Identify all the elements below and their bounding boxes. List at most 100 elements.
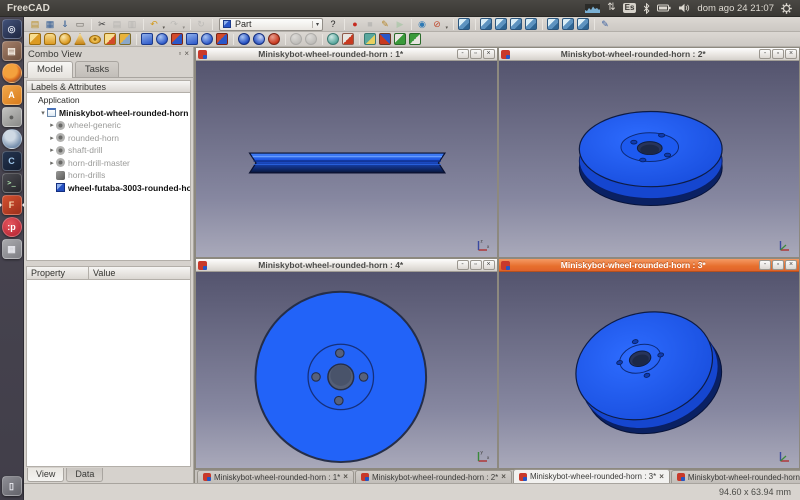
part-union-button[interactable]: [237, 33, 251, 46]
battery-icon[interactable]: [657, 4, 671, 12]
defeaturing-button-1[interactable]: [363, 33, 377, 46]
part-primitives-button[interactable]: [103, 33, 117, 46]
maximize-icon[interactable]: ▫: [772, 260, 784, 270]
property-column-header[interactable]: Property: [27, 267, 89, 279]
tab-data[interactable]: Data: [66, 468, 103, 482]
fit-all-button[interactable]: [457, 18, 471, 31]
clock[interactable]: dom ago 24 21:07: [697, 3, 774, 14]
part-sphere-button[interactable]: [58, 33, 72, 46]
view-axonometric-button[interactable]: [479, 18, 493, 31]
defeaturing-button-2[interactable]: [378, 33, 392, 46]
cut-button[interactable]: ✂: [95, 18, 109, 31]
minimize-icon[interactable]: -: [759, 260, 771, 270]
close-icon[interactable]: ×: [785, 49, 797, 59]
software-center-icon[interactable]: A: [2, 85, 22, 105]
view-top-button[interactable]: [509, 18, 523, 31]
tab-close-icon[interactable]: ×: [501, 473, 506, 481]
code-editor-icon[interactable]: C: [2, 151, 22, 171]
volume-icon[interactable]: [678, 3, 690, 13]
part-mirror-button[interactable]: [170, 33, 184, 46]
part-section-button[interactable]: [289, 33, 303, 46]
part-cross-sections-button[interactable]: [304, 33, 318, 46]
tree-item-application[interactable]: Application: [27, 94, 190, 107]
part-offset-button[interactable]: [341, 33, 355, 46]
undo-button[interactable]: ↶▾: [147, 18, 161, 31]
expander-icon[interactable]: ▸: [48, 146, 56, 154]
maximize-icon[interactable]: ▫: [470, 260, 482, 270]
defeaturing-button-3[interactable]: [393, 33, 407, 46]
defeaturing-button-4[interactable]: [408, 33, 422, 46]
tree-item-shaft-drill[interactable]: ▸shaft-drill: [27, 144, 190, 157]
mdi-tab-1[interactable]: Miniskybot-wheel-rounded-horn : 1*×: [197, 470, 354, 483]
view-bottom-button[interactable]: [561, 18, 575, 31]
tab-view[interactable]: View: [27, 468, 64, 482]
minimize-icon[interactable]: -: [759, 49, 771, 59]
expander-icon[interactable]: ▾: [39, 109, 47, 117]
close-icon[interactable]: ×: [785, 260, 797, 270]
property-table-body[interactable]: [26, 280, 191, 467]
network-indicator-icon[interactable]: ⇅: [607, 3, 615, 13]
shape-builder-button[interactable]: [118, 33, 132, 46]
media-app-icon[interactable]: :p: [2, 217, 22, 237]
stop-loading-button[interactable]: ⊘▾: [430, 18, 444, 31]
tree-item-horn-drill-master[interactable]: ▸horn-drill-master: [27, 157, 190, 170]
bluetooth-icon[interactable]: [643, 3, 650, 14]
freecad-launcher-icon[interactable]: F: [2, 195, 22, 215]
firefox-icon[interactable]: [2, 63, 22, 83]
part-common-button[interactable]: [252, 33, 266, 46]
viewport-4-canvas[interactable]: x y: [196, 272, 497, 468]
tree-item-miniskybot-wheel-rounded-horn[interactable]: ▾Miniskybot-wheel-rounded-horn: [27, 107, 190, 120]
tab-tasks[interactable]: Tasks: [75, 61, 119, 77]
whats-this-button[interactable]: ?: [326, 18, 340, 31]
viewport-4-titlebar[interactable]: Miniskybot-wheel-rounded-horn : 4* - ▫ ×: [196, 259, 497, 272]
view-front-button[interactable]: [494, 18, 508, 31]
combo-view-titlebar[interactable]: Combo View ▫ ×: [24, 47, 193, 61]
terminal-icon[interactable]: >_: [2, 173, 22, 193]
tree-item-rounded-horn[interactable]: ▸rounded-horn: [27, 132, 190, 145]
view-left-button[interactable]: [576, 18, 590, 31]
tree-item-wheel-generic[interactable]: ▸wheel-generic: [27, 119, 190, 132]
part-box-button[interactable]: [28, 33, 42, 46]
file-manager-icon[interactable]: ▤: [2, 41, 22, 61]
tab-model[interactable]: Model: [27, 61, 73, 78]
refresh-button[interactable]: ↻: [194, 18, 208, 31]
dock-close-icon[interactable]: ×: [184, 50, 189, 58]
viewport-2-canvas[interactable]: [499, 61, 800, 257]
maximize-icon[interactable]: ▫: [772, 49, 784, 59]
part-cut-button[interactable]: [267, 33, 281, 46]
viewport-1-titlebar[interactable]: Miniskybot-wheel-rounded-horn : 1* - ▫ ×: [196, 48, 497, 61]
system-settings-icon[interactable]: ●: [2, 107, 22, 127]
tree-item-horn-drills[interactable]: horn-drills: [27, 169, 190, 182]
maximize-icon[interactable]: ▫: [470, 49, 482, 59]
part-cone-button[interactable]: [73, 33, 87, 46]
expander-icon[interactable]: ▸: [48, 159, 56, 167]
mdi-tab-2[interactable]: Miniskybot-wheel-rounded-horn : 2*×: [355, 470, 512, 483]
part-extrude-button[interactable]: [140, 33, 154, 46]
value-column-header[interactable]: Value: [89, 267, 119, 279]
workspace-switcher-icon[interactable]: ▦: [2, 239, 22, 259]
web-browser-button[interactable]: ◉: [415, 18, 429, 31]
expander-icon[interactable]: ▸: [48, 134, 56, 142]
tab-close-icon[interactable]: ×: [343, 473, 348, 481]
close-icon[interactable]: ×: [483, 49, 495, 59]
check-geometry-button[interactable]: [326, 33, 340, 46]
chromium-icon[interactable]: [2, 129, 22, 149]
save-button[interactable]: ⇓: [58, 18, 72, 31]
macro-record-button[interactable]: ●: [348, 18, 362, 31]
part-revolve-button[interactable]: [155, 33, 169, 46]
viewport-3-canvas[interactable]: [499, 272, 800, 468]
part-fillet-button[interactable]: [185, 33, 199, 46]
session-gear-icon[interactable]: [781, 3, 792, 14]
mdi-tab-3[interactable]: Miniskybot-wheel-rounded-horn : 3*×: [513, 469, 670, 483]
dock-float-icon[interactable]: ▫: [178, 50, 181, 58]
macro-edit-button[interactable]: ✎: [378, 18, 392, 31]
close-icon[interactable]: ×: [483, 260, 495, 270]
view-right-button[interactable]: [524, 18, 538, 31]
open-file-button[interactable]: ▦: [43, 18, 57, 31]
part-ruled-surface-button[interactable]: [215, 33, 229, 46]
part-torus-button[interactable]: [88, 33, 102, 46]
part-chamfer-button[interactable]: [200, 33, 214, 46]
tab-close-icon[interactable]: ×: [659, 473, 664, 481]
paste-button[interactable]: ▥: [125, 18, 139, 31]
trash-icon[interactable]: ▯: [2, 476, 22, 496]
